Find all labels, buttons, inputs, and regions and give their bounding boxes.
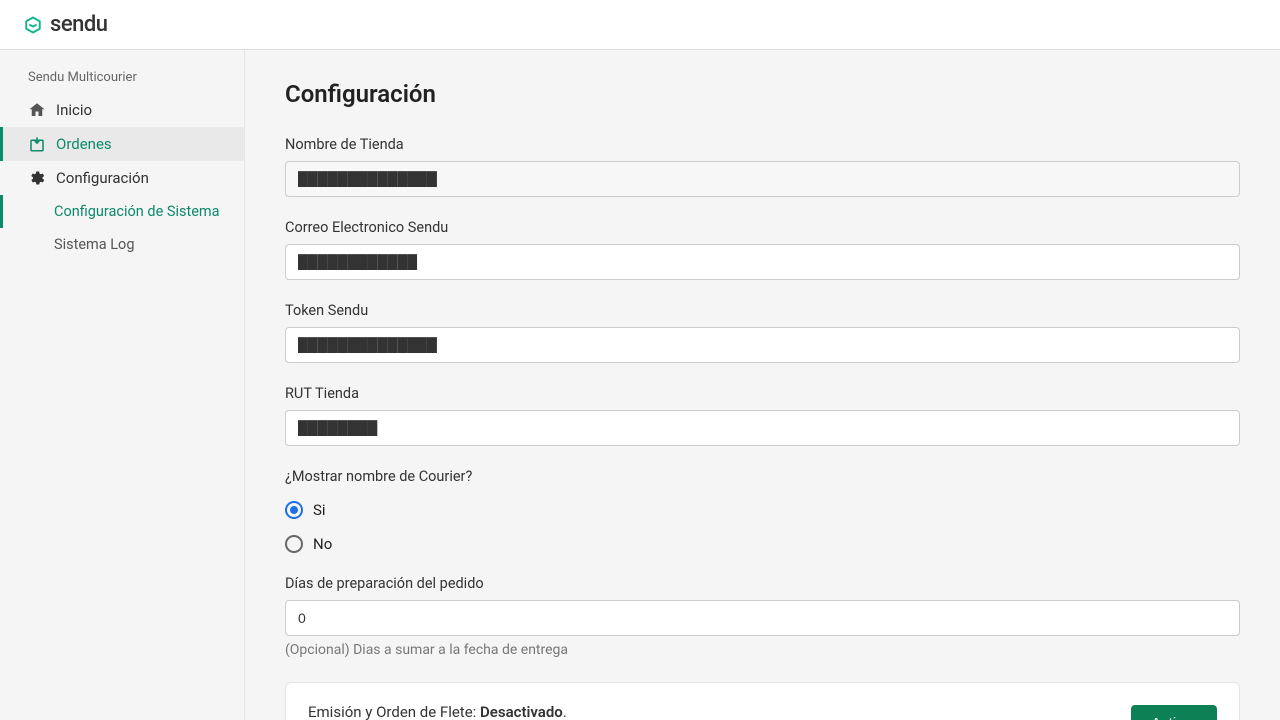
label-rut: RUT Tienda xyxy=(285,385,1240,402)
field-token: Token Sendu xyxy=(285,302,1240,363)
input-token[interactable] xyxy=(285,327,1240,363)
label-dias-prep: Días de preparación del pedido xyxy=(285,575,1240,592)
radio-courier-si[interactable] xyxy=(285,501,303,519)
brand-name: sendu xyxy=(50,12,107,37)
sendu-logo-icon xyxy=(24,16,42,34)
input-nombre-tienda[interactable] xyxy=(285,161,1240,197)
sidebar-item-label: Configuración xyxy=(56,169,149,187)
field-courier: ¿Mostrar nombre de Courier? Si No xyxy=(285,468,1240,553)
sidebar-item-sistema-log[interactable]: Sistema Log xyxy=(0,228,244,261)
field-rut: RUT Tienda xyxy=(285,385,1240,446)
field-dias-prep: Días de preparación del pedido (Opcional… xyxy=(285,575,1240,658)
orders-icon xyxy=(28,135,46,153)
emission-status: Desactivado xyxy=(480,703,563,720)
input-correo[interactable] xyxy=(285,244,1240,280)
activate-button[interactable]: Activar xyxy=(1131,705,1217,720)
sidebar-item-label: Sistema Log xyxy=(54,236,134,253)
radio-label-no: No xyxy=(313,535,332,553)
sidebar-item-ordenes[interactable]: Ordenes xyxy=(0,127,244,161)
label-nombre-tienda: Nombre de Tienda xyxy=(285,136,1240,153)
input-dias-prep[interactable] xyxy=(285,600,1240,636)
sidebar-item-configuracion[interactable]: Configuración xyxy=(0,161,244,195)
label-correo: Correo Electronico Sendu xyxy=(285,219,1240,236)
sidebar-item-config-sistema[interactable]: Configuración de Sistema xyxy=(0,195,244,228)
radio-label-si: Si xyxy=(313,501,326,519)
emission-text: Emisión y Orden de Flete: Desactivado. E… xyxy=(308,701,770,720)
gear-icon xyxy=(28,169,46,187)
sidebar-item-inicio[interactable]: Inicio xyxy=(0,93,244,127)
page-title: Configuración xyxy=(285,80,1240,108)
hint-dias-prep: (Opcional) Dias a sumar a la fecha de en… xyxy=(285,642,1240,658)
field-correo: Correo Electronico Sendu xyxy=(285,219,1240,280)
sidebar: Sendu Multicourier Inicio Ordenes Config… xyxy=(0,50,245,720)
topbar: sendu xyxy=(0,0,1280,50)
brand-logo: sendu xyxy=(24,12,107,37)
sidebar-item-label: Configuración de Sistema xyxy=(54,203,220,220)
main-content: Configuración Nombre de Tienda Correo El… xyxy=(245,50,1280,720)
label-courier-question: ¿Mostrar nombre de Courier? xyxy=(285,468,1240,485)
label-token: Token Sendu xyxy=(285,302,1240,319)
emission-card: Emisión y Orden de Flete: Desactivado. E… xyxy=(285,682,1240,720)
field-nombre-tienda: Nombre de Tienda xyxy=(285,136,1240,197)
sidebar-heading: Sendu Multicourier xyxy=(0,70,244,93)
sidebar-item-label: Ordenes xyxy=(56,135,112,153)
home-icon xyxy=(28,101,46,119)
emission-title-prefix: Emisión y Orden de Flete: xyxy=(308,703,480,720)
input-rut[interactable] xyxy=(285,410,1240,446)
sidebar-item-label: Inicio xyxy=(56,101,92,119)
radio-courier-no[interactable] xyxy=(285,535,303,553)
